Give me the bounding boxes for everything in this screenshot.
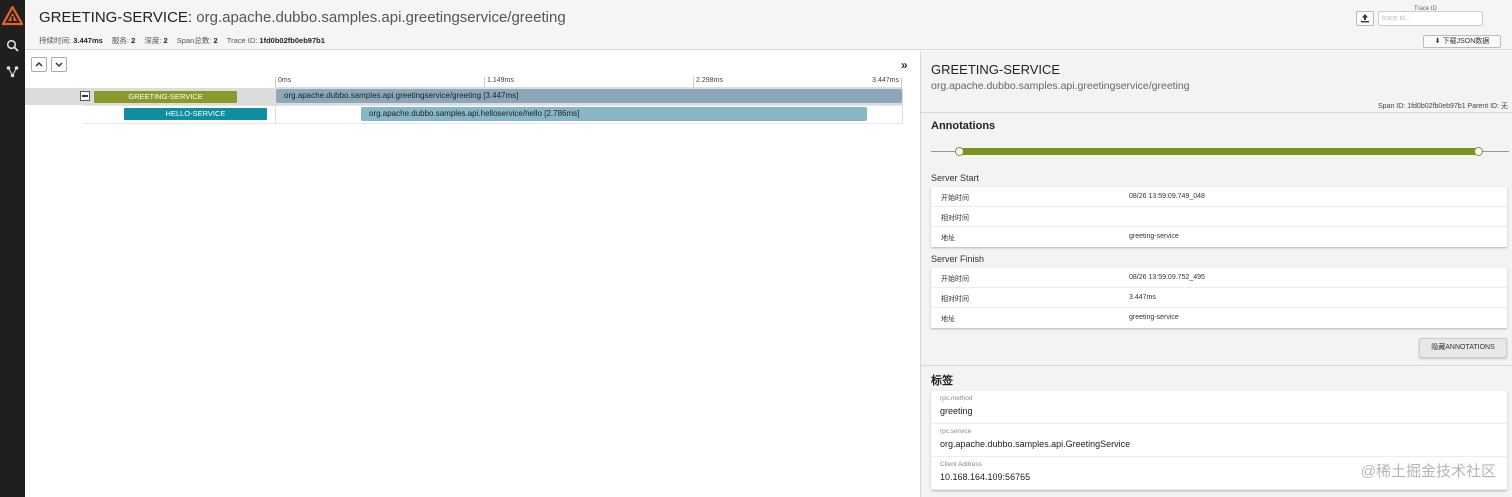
tag-key: rpc.method xyxy=(940,395,973,402)
service-tag-greeting[interactable]: GREETING-SERVICE xyxy=(94,91,237,103)
meta-value: 2 xyxy=(131,36,136,45)
upload-icon xyxy=(1361,14,1369,23)
page-title: GREETING-SERVICE: org.apache.dubbo.sampl… xyxy=(39,9,566,26)
kv-key: 开始时间 xyxy=(941,276,969,283)
kv-value: 3.447ms xyxy=(1129,294,1156,301)
meta-label: 服务: xyxy=(111,36,129,45)
trace-timeline: » 0ms 1.149ms 2.298ms 3.447ms GREETING-S… xyxy=(25,51,919,497)
service-tag-hello[interactable]: HELLO-SERVICE xyxy=(124,108,267,120)
kv-row: 地址 greeting-service xyxy=(931,308,1507,328)
tag-key: Client Address xyxy=(940,461,982,468)
meta-label: Trace ID: xyxy=(226,36,258,45)
span-detail-panel: GREETING-SERVICE org.apache.dubbo.sample… xyxy=(920,51,1512,497)
annotation-bar xyxy=(960,148,1480,155)
kv-key: 相对时间 xyxy=(941,215,969,222)
scroll-up-button[interactable] xyxy=(31,57,47,72)
tags-title: 标签 xyxy=(931,375,953,387)
app-logo-icon[interactable] xyxy=(2,6,23,27)
meta-value: 1fd0b02fb0eb97b1 xyxy=(259,36,325,45)
tick-label: 1.149ms xyxy=(484,77,514,88)
meta-value: 3.447ms xyxy=(73,36,103,45)
meta-value: 2 xyxy=(163,36,168,45)
time-axis: 0ms 1.149ms 2.298ms 3.447ms xyxy=(275,77,902,88)
tag-key: rpc.service xyxy=(940,428,972,435)
title-separator: : xyxy=(187,9,193,26)
kv-key: 开始时间 xyxy=(941,195,969,202)
kv-row: 相对时间 xyxy=(931,207,1507,227)
divider xyxy=(921,365,1512,366)
kv-row: 地址 greeting-service xyxy=(931,227,1507,247)
kv-value: greeting-service xyxy=(1129,233,1179,240)
download-icon: ⬇ xyxy=(1434,38,1441,45)
meta-value: 2 xyxy=(213,36,218,45)
annotations-title: Annotations xyxy=(931,120,996,132)
row-divider xyxy=(83,105,902,106)
trace-id-input[interactable] xyxy=(1378,11,1483,26)
row-divider xyxy=(83,123,902,124)
download-json-button[interactable]: ⬇ 下载JSON数据 xyxy=(1423,35,1501,48)
kv-row: 相对时间 3.447ms xyxy=(931,288,1507,308)
kv-row: 开始时间 08/26 13:59:09.752_495 xyxy=(931,268,1507,288)
trace-header: GREETING-SERVICE: org.apache.dubbo.sampl… xyxy=(25,0,1512,50)
meta-label: Span总数: xyxy=(176,36,212,45)
collapse-toggle[interactable] xyxy=(80,91,90,101)
tag-value: greeting xyxy=(940,406,973,416)
tick-label: 2.298ms xyxy=(693,77,723,88)
hide-annotations-button[interactable]: 隐藏ANNOTATIONS xyxy=(1419,338,1507,358)
annotation-group-title: Server Start xyxy=(931,173,980,183)
meta-label: 持续时间: xyxy=(39,36,72,45)
detail-title: GREETING-SERVICE xyxy=(931,62,1061,77)
span-ids: Span ID: 1fd0b02fb0eb97b1 Parent ID: 无 xyxy=(1378,103,1508,110)
left-rail xyxy=(0,0,25,497)
kv-key: 地址 xyxy=(941,235,955,242)
span-bar-greeting[interactable]: org.apache.dubbo.samples.api.greetingser… xyxy=(276,89,902,103)
title-operation: org.apache.dubbo.samples.api.greetingser… xyxy=(196,9,566,26)
search-icon[interactable] xyxy=(6,39,19,52)
span-bar-hello[interactable]: org.apache.dubbo.samples.api.helloservic… xyxy=(361,107,867,121)
chevron-up-icon xyxy=(35,61,43,67)
tag-value: org.apache.dubbo.samples.api.GreetingSer… xyxy=(940,439,1131,449)
upload-json-button[interactable] xyxy=(1356,11,1374,26)
scroll-down-button[interactable] xyxy=(51,57,67,72)
title-service: GREETING-SERVICE xyxy=(39,9,188,26)
kv-value: 08/26 13:59:09.749_048 xyxy=(1129,193,1205,200)
kv-key: 地址 xyxy=(941,316,955,323)
kv-key: 相对时间 xyxy=(941,296,969,303)
detail-subtitle: org.apache.dubbo.samples.api.greetingser… xyxy=(931,80,1190,92)
column-divider xyxy=(902,88,903,124)
expand-panel-icon[interactable]: » xyxy=(901,58,908,72)
annotation-table: 开始时间 08/26 13:59:09.752_495 相对时间 3.447ms 地… xyxy=(931,268,1507,328)
tick-label: 0ms xyxy=(275,77,291,88)
annotation-group-title: Server Finish xyxy=(931,254,985,264)
dependencies-icon[interactable] xyxy=(6,65,19,78)
tag-row: rpc.service org.apache.dubbo.samples.api.… xyxy=(931,424,1507,457)
annotation-table: 开始时间 08/26 13:59:09.749_048 相对时间 地址 greeti… xyxy=(931,187,1507,247)
kv-value: greeting-service xyxy=(1129,314,1179,321)
kv-row: 开始时间 08/26 13:59:09.749_048 xyxy=(931,187,1507,207)
divider xyxy=(921,112,1512,113)
tick-label: 3.447ms xyxy=(870,77,902,88)
trace-meta: 持续时间: 3.447ms 服务: 2 深度: 2 Span总数: 2 Trac… xyxy=(39,35,332,46)
annotation-marker-start[interactable] xyxy=(955,147,964,156)
kv-value: 08/26 13:59:09.752_495 xyxy=(1129,274,1205,281)
tag-value: 10.168.164.109:56765 xyxy=(940,472,1031,482)
watermark: @稀土掘金技术社区 xyxy=(1360,463,1496,480)
download-label: 下载JSON数据 xyxy=(1442,38,1490,45)
meta-label: 深度: xyxy=(144,36,162,45)
tag-row: rpc.method greeting xyxy=(931,391,1507,424)
annotation-marker-finish[interactable] xyxy=(1474,147,1483,156)
chevron-down-icon xyxy=(55,62,63,68)
